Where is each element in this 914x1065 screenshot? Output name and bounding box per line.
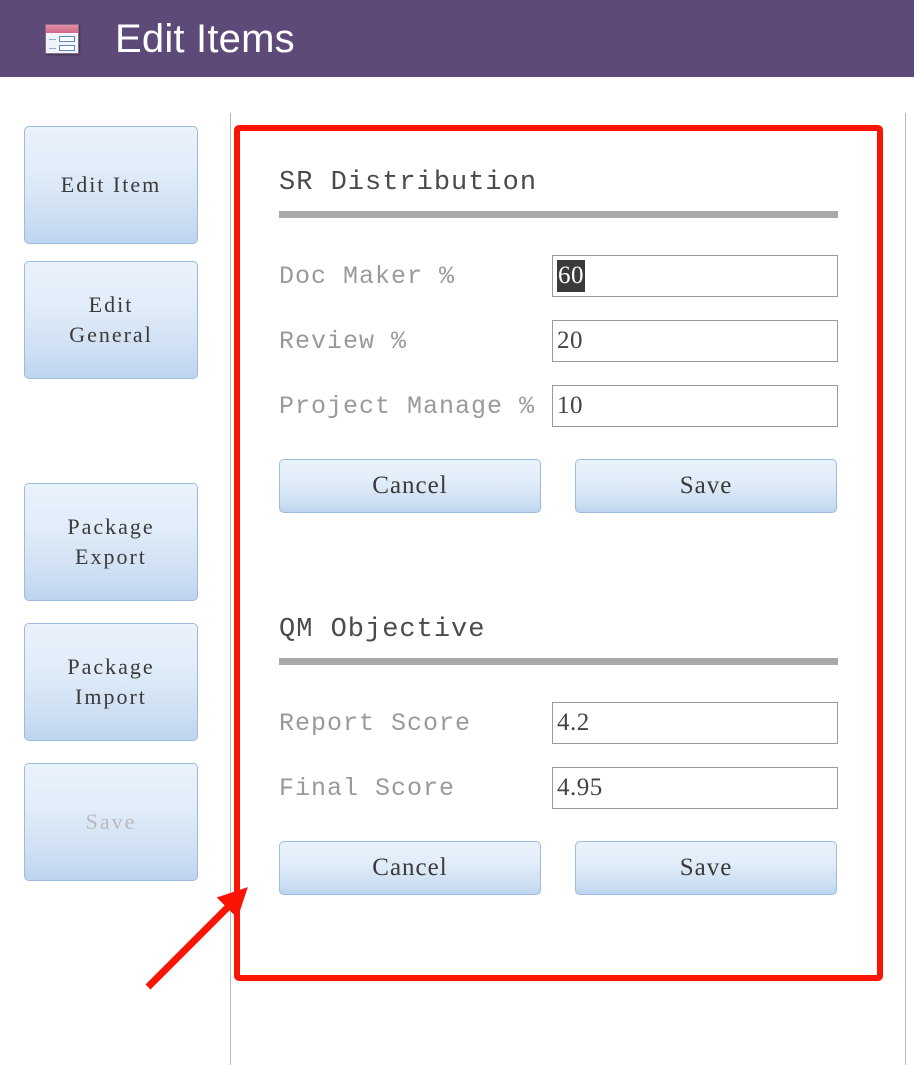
field-row-final-score: Final Score 4.95	[279, 767, 838, 809]
section-rule	[279, 211, 838, 218]
icon-label-stub	[49, 47, 56, 49]
qm-objective-save-button[interactable]: Save	[575, 841, 837, 895]
field-input-final-score[interactable]: 4.95	[552, 767, 838, 809]
section-sr-distribution: SR Distribution Doc Maker % 60 Review % 20 Pr…	[279, 170, 838, 513]
field-label-review-percent: Review %	[279, 326, 408, 356]
sr-distribution-save-button[interactable]: Save	[575, 459, 837, 513]
field-row-project-manage-percent: Project Manage % 10	[279, 385, 838, 427]
field-value-doc-maker-percent: 60	[557, 260, 585, 292]
section-rule	[279, 658, 838, 665]
icon-titlebar	[46, 24, 78, 33]
field-label-doc-maker-percent: Doc Maker %	[279, 261, 456, 291]
sidebar-button-package-import[interactable]: Package Import	[24, 623, 198, 741]
field-label-report-score: Report Score	[279, 708, 472, 738]
button-row: Cancel Save	[279, 841, 838, 895]
field-row-review-percent: Review % 20	[279, 320, 838, 362]
page-title: Edit Items	[115, 16, 295, 61]
form-panel: SR Distribution Doc Maker % 60 Review % 20 Pr…	[279, 170, 838, 895]
section-title: SR Distribution	[279, 168, 538, 198]
section-qm-objective: QM Objective Report Score 4.2 Final Score 4.…	[279, 617, 838, 895]
field-input-project-manage-percent[interactable]: 10	[552, 385, 838, 427]
section-title: QM Objective	[279, 615, 486, 645]
app-header: Edit Items	[0, 0, 914, 77]
field-input-report-score[interactable]: 4.2	[552, 702, 838, 744]
sidebar-divider	[230, 113, 231, 1065]
field-label-project-manage-percent: Project Manage %	[279, 391, 536, 421]
annotation-arrow-icon	[145, 887, 248, 990]
qm-objective-cancel-button[interactable]: Cancel	[279, 841, 541, 895]
sidebar: Edit Item Edit General Package Export Packa…	[24, 126, 198, 886]
field-row-doc-maker-percent: Doc Maker % 60	[279, 255, 838, 297]
field-input-review-percent[interactable]: 20	[552, 320, 838, 362]
form-window-icon	[45, 23, 79, 54]
button-row: Cancel Save	[279, 459, 838, 513]
field-input-doc-maker-percent[interactable]: 60	[552, 255, 838, 297]
content-right-divider	[905, 113, 906, 1065]
sidebar-button-save: Save	[24, 763, 198, 881]
icon-field	[59, 44, 75, 51]
field-value-final-score: 4.95	[557, 774, 603, 801]
field-row-report-score: Report Score 4.2	[279, 702, 838, 744]
icon-label-stub	[49, 38, 56, 40]
icon-field	[59, 35, 75, 42]
field-value-review-percent: 20	[557, 327, 583, 354]
sidebar-button-edit-general[interactable]: Edit General	[24, 261, 198, 379]
sidebar-button-edit-item[interactable]: Edit Item	[24, 126, 198, 244]
sidebar-button-package-export[interactable]: Package Export	[24, 483, 198, 601]
sr-distribution-cancel-button[interactable]: Cancel	[279, 459, 541, 513]
field-value-project-manage-percent: 10	[557, 392, 583, 419]
field-value-report-score: 4.2	[557, 709, 590, 736]
field-label-final-score: Final Score	[279, 773, 456, 803]
